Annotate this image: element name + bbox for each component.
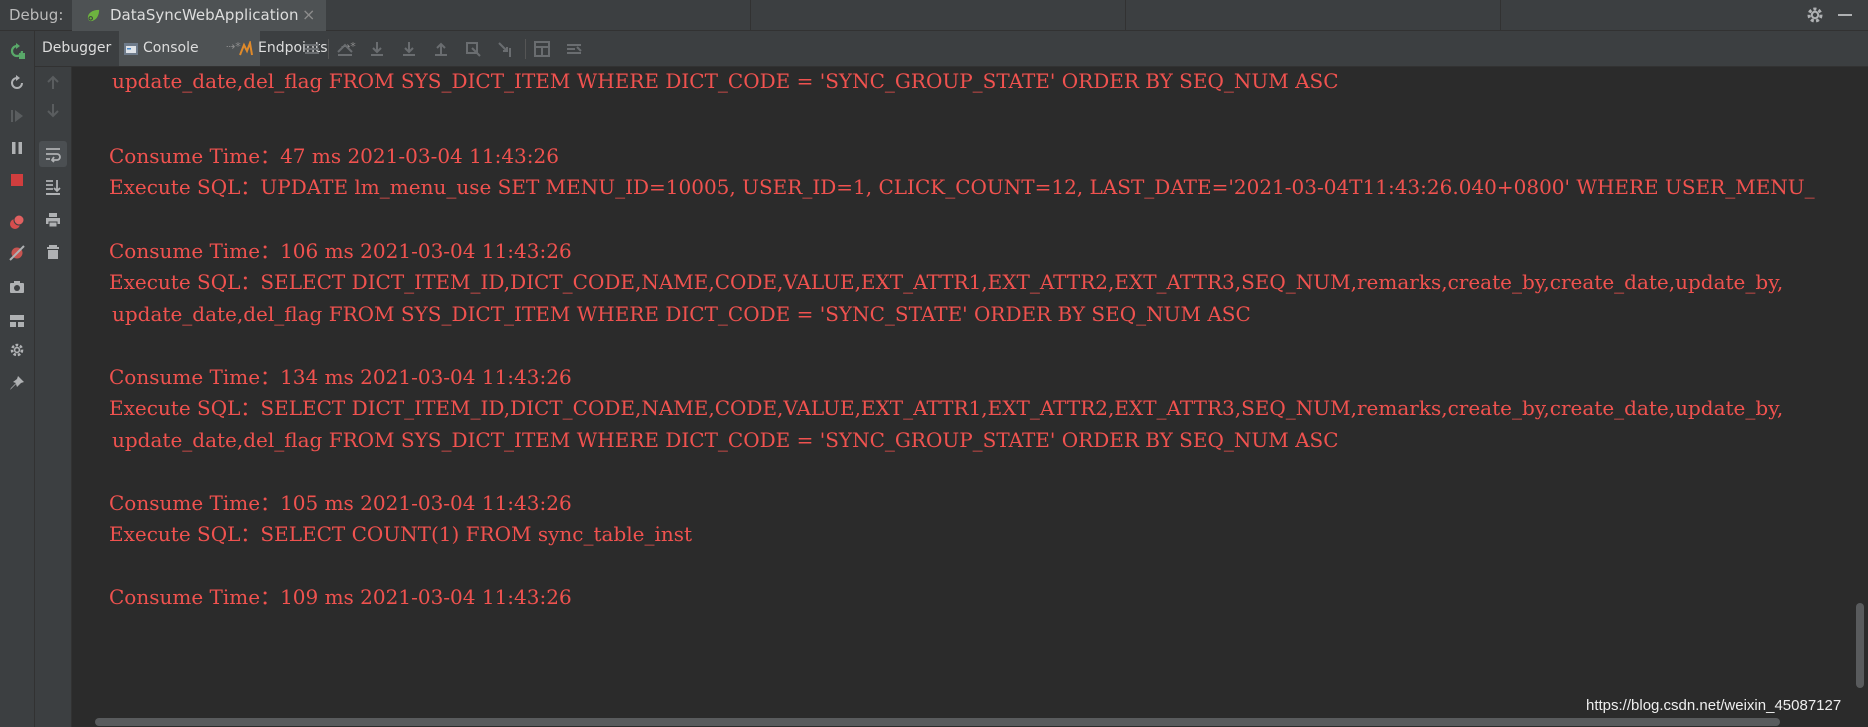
spring-boot-icon [87, 9, 100, 22]
console-line: Consume Time：47 ms 2021-03-04 11:43:26 [109, 144, 559, 168]
step-out-icon[interactable] [432, 40, 450, 58]
console-line: update_date,del_flag FROM SYS_DICT_ITEM … [112, 302, 1251, 326]
close-tab-icon[interactable]: × [302, 5, 315, 24]
print-icon[interactable] [44, 211, 62, 229]
endpoints-icon [239, 41, 253, 56]
toolbar-separator [525, 39, 526, 59]
scroll-to-end-icon[interactable] [44, 178, 62, 196]
console-line: Execute SQL：SELECT DICT_ITEM_ID,DICT_COD… [109, 396, 1784, 420]
header-divider [1125, 0, 1126, 31]
tab-debugger-label: Debugger [42, 40, 112, 56]
console-output[interactable]: update_date,del_flag FROM SYS_DICT_ITEM … [72, 67, 1868, 727]
evaluate-expression-icon[interactable] [533, 40, 551, 58]
console-line: Execute SQL：UPDATE lm_menu_use SET MENU_… [109, 175, 1815, 199]
rerun-icon[interactable] [8, 42, 26, 60]
console-line: update_date,del_flag FROM SYS_DICT_ITEM … [112, 428, 1339, 452]
console-line: Execute SQL：SELECT DICT_ITEM_ID,DICT_COD… [109, 270, 1784, 294]
horizontal-scrollbar[interactable] [95, 718, 1780, 726]
resume-icon[interactable] [8, 107, 26, 125]
toolbar-separator [328, 39, 329, 59]
pin-icon[interactable] [8, 374, 26, 392]
stop-icon[interactable] [8, 171, 26, 189]
up-arrow-icon[interactable] [44, 74, 62, 92]
console-line: Execute SQL：SELECT COUNT(1) FROM sync_ta… [109, 522, 693, 546]
restart-icon[interactable] [8, 74, 26, 92]
header-divider [750, 0, 751, 31]
pause-icon[interactable] [8, 139, 26, 157]
camera-icon[interactable] [8, 278, 26, 296]
debug-actions-bar [0, 31, 35, 727]
console-actions-bar [35, 67, 72, 727]
debug-label: Debug: [9, 6, 64, 24]
trace-stream-icon[interactable] [565, 40, 583, 58]
layout-icon[interactable] [8, 312, 26, 330]
console-icon [124, 43, 138, 55]
run-to-cursor-icon[interactable] [496, 40, 514, 58]
console-line: Consume Time：106 ms 2021-03-04 11:43:26 [109, 239, 572, 263]
drop-frame-icon[interactable] [464, 40, 482, 58]
console-line: Consume Time：109 ms 2021-03-04 11:43:26 [109, 585, 572, 609]
debug-tool-window-header: Debug: DataSyncWebApplication × [0, 0, 1868, 31]
show-execution-point-icon[interactable] [336, 40, 354, 58]
step-into-icon[interactable] [400, 40, 418, 58]
tab-debugger[interactable]: Debugger [35, 31, 113, 66]
run-tab-label: DataSyncWebApplication [110, 6, 299, 24]
clear-all-trash-icon[interactable] [44, 243, 62, 261]
console-line: update_date,del_flag FROM SYS_DICT_ITEM … [112, 69, 1339, 93]
step-over-icon[interactable] [368, 40, 386, 58]
watermark-text: https://blog.csdn.net/weixin_45087127 [1586, 697, 1842, 714]
down-arrow-icon[interactable] [44, 101, 62, 119]
soft-wrap-icon[interactable] [44, 145, 62, 163]
vertical-scrollbar[interactable] [1856, 603, 1864, 688]
view-breakpoints-icon[interactable] [8, 213, 26, 231]
run-config-tab[interactable]: DataSyncWebApplication × [72, 0, 326, 31]
minimize-icon[interactable] [1838, 14, 1852, 16]
tab-console-label: Console [143, 40, 199, 56]
debug-toolbar: Debugger Console ⇢* Endpoints ⇢* [35, 31, 1868, 67]
menu-lines-icon[interactable] [303, 40, 321, 58]
settings-icon[interactable] [8, 341, 26, 359]
settings-gear-icon[interactable] [1805, 5, 1825, 25]
header-divider [1500, 0, 1501, 31]
mute-breakpoints-icon[interactable] [8, 244, 26, 262]
console-line: Consume Time：105 ms 2021-03-04 11:43:26 [109, 491, 572, 515]
console-line: Consume Time：134 ms 2021-03-04 11:43:26 [109, 365, 572, 389]
